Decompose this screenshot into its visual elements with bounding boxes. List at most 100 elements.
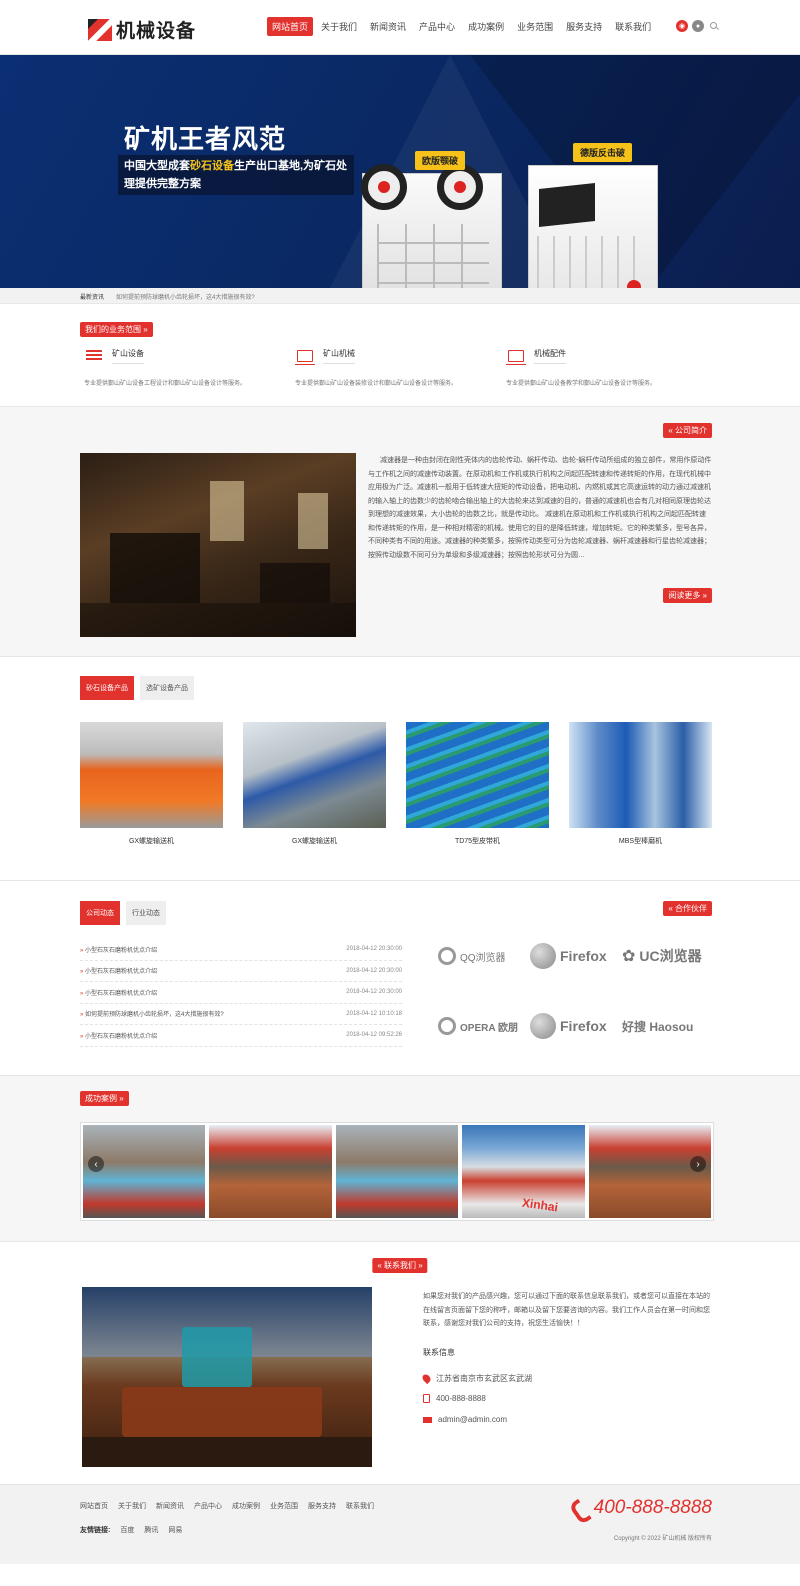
site-footer: 网站首页 关于我们 新闻资讯 产品中心 成功案例 业务范围 服务支持 联系我们 … [0,1484,800,1564]
partner-logo[interactable]: OPERA 欧朋 [438,1011,530,1041]
tab-ore-equipment[interactable]: 选矿设备产品 [140,676,194,700]
banner-title: 矿机王者风范 [124,124,287,154]
product-card[interactable]: GX螺旋输送机 [80,722,223,846]
copyright: Copyright © 2022 矿山机械 版权所有 [613,1536,712,1542]
laptop-icon [506,350,526,365]
banner-tag-jaw: 欧版颚破 [415,151,466,170]
partner-logo[interactable]: Firefox [530,941,622,971]
news-ticker: 最新资讯 如何提前预防球磨机小齿轮损坏，这4大措施很有效? [0,288,800,304]
product-name: MBS型棒磨机 [618,838,663,845]
friend-link[interactable]: 腾讯 [144,1525,158,1535]
tab-industry-news[interactable]: 行业动态 [126,901,166,925]
news-row[interactable]: 小型石灰石磨粉机优点介绍2018-04-12 09:52:26 [80,1025,402,1047]
news-row[interactable]: 小型石灰石磨粉机优点介绍2018-04-12 20:30:00 [80,939,402,961]
case-image[interactable] [83,1125,206,1218]
footer-nav-item[interactable]: 产品中心 [194,1501,222,1511]
cases-label[interactable]: 成功案例 » [80,1091,129,1106]
footer-nav-item[interactable]: 服务支持 [308,1501,336,1511]
business-item[interactable]: 矿山机械 专业提供鄞山矿山设备装修设计和鄞山矿山设备设计等服务。 [291,348,491,387]
business-item-desc: 专业提供鄞山矿山设备工程设计和鄞山矿山设备设计等服务。 [84,381,247,387]
news-row[interactable]: 如何提前预防球磨机小齿轮损坏，这4大措施很有效?2018-04-12 10:10… [80,1004,402,1025]
news-list: 小型石灰石磨粉机优点介绍2018-04-12 20:30:00 小型石灰石磨粉机… [80,939,402,1047]
product-image [569,722,712,828]
carousel-next-icon[interactable]: › [690,1156,706,1172]
footer-nav-item[interactable]: 新闻资讯 [156,1501,184,1511]
footer-nav-item[interactable]: 网站首页 [80,1501,108,1511]
menu-lines-icon [86,350,102,362]
footer-nav-item[interactable]: 联系我们 [346,1501,374,1511]
search-icon[interactable] [708,20,720,32]
phone-handset-icon [572,1500,588,1516]
partner-logo[interactable]: 好搜 Haosou [622,1011,714,1041]
logo-mark-icon [88,18,112,41]
product-card[interactable]: GX螺旋输送机 [243,722,386,846]
partner-logo[interactable]: QQ浏览器 [438,941,530,971]
nav-contact[interactable]: 联系我们 [610,17,656,36]
contact-email[interactable]: admin@admin.com [423,1415,507,1424]
about-label[interactable]: « 公司简介 [663,423,712,438]
nav-cases[interactable]: 成功案例 [463,17,509,36]
banner-tag-impact: 德版反击破 [573,143,633,162]
firefox-icon [530,943,556,969]
business-item-title: 矿山设备 [112,348,144,364]
ticker-link[interactable]: 如何提前预防球磨机小齿轮损坏，这4大措施很有效? [116,292,255,301]
nav-business[interactable]: 业务范围 [512,17,558,36]
product-card[interactable]: TD75型皮带机 [406,722,549,846]
banner-subtitle: 中国大型成套砂石设备生产出口基地,为矿石处理提供完整方案 [118,155,354,195]
brand-name: 机械设备 [116,21,197,42]
product-tabs: 砂石设备产品 选矿设备产品 [80,676,194,700]
case-image[interactable]: Xinhai [462,1125,585,1218]
qq-browser-icon [438,947,456,965]
news-row[interactable]: 小型石灰石磨粉机优点介绍2018-04-12 20:30:00 [80,982,402,1004]
product-image [80,722,223,828]
business-item[interactable]: 机械配件 专业提供鄞山矿山设备教学和鄞山矿山设备设计等服务。 [502,348,702,387]
nav-support[interactable]: 服务支持 [561,17,607,36]
friend-link[interactable]: 百度 [120,1525,134,1535]
hero-banner[interactable]: 矿机王者风范 中国大型成套砂石设备生产出口基地,为矿石处理提供完整方案 欧版颚破… [0,55,800,288]
friend-link[interactable]: 网易 [168,1525,182,1535]
wechat-icon[interactable]: ● [692,20,704,32]
case-image[interactable] [588,1125,712,1218]
site-logo[interactable]: 机械设备 [88,16,196,43]
product-name: GX螺旋输送机 [291,838,338,845]
firefox-icon [530,1013,556,1039]
footer-nav-item[interactable]: 业务范围 [270,1501,298,1511]
news-partners-section: 公司动态 行业动态 小型石灰石磨粉机优点介绍2018-04-12 20:30:0… [0,881,800,1075]
partner-logo[interactable]: Firefox [530,1011,622,1041]
nav-products[interactable]: 产品中心 [414,17,460,36]
partner-logo[interactable]: ✿ UC浏览器 [622,941,714,971]
news-tabs: 公司动态 行业动态 [80,901,166,925]
partners-label[interactable]: « 合作伙伴 [663,901,712,916]
tab-company-news[interactable]: 公司动态 [80,901,120,925]
product-card[interactable]: MBS型棒磨机 [569,722,712,846]
product-name: GX螺旋输送机 [128,838,175,845]
business-item-desc: 专业提供鄞山矿山设备教学和鄞山矿山设备设计等服务。 [506,381,657,387]
case-watermark: Xinhai [521,1195,560,1215]
nav-news[interactable]: 新闻资讯 [365,17,411,36]
nav-about[interactable]: 关于我们 [316,17,362,36]
case-image[interactable] [209,1125,332,1218]
contact-label[interactable]: « 联系我们 » [372,1258,428,1273]
friend-links: 友情链接: 百度 腾讯 网易 [80,1525,182,1535]
weibo-icon[interactable]: ◉ [676,20,688,32]
business-item-desc: 专业提供鄞山矿山设备装修设计和鄞山矿山设备设计等服务。 [295,381,458,387]
business-label[interactable]: 我们的业务范围 » [80,322,153,337]
jaw-crusher-image [361,164,502,288]
footer-nav-item[interactable]: 关于我们 [118,1501,146,1511]
products-section: 砂石设备产品 选矿设备产品 GX螺旋输送机 GX螺旋输送机 TD75型皮带机 M… [0,657,800,881]
read-more-button[interactable]: 阅读更多 » [663,588,712,603]
footer-nav-item[interactable]: 成功案例 [232,1501,260,1511]
excavator-image [82,1287,372,1467]
site-header: 机械设备 网站首页 关于我们 新闻资讯 产品中心 成功案例 业务范围 服务支持 … [0,0,800,55]
news-row[interactable]: 小型石灰石磨粉机优点介绍2018-04-12 20:30:00 [80,961,402,982]
nav-home[interactable]: 网站首页 [267,17,314,36]
product-name: TD75型皮带机 [454,838,501,845]
cases-section: 成功案例 » Xinhai ‹ › [0,1075,800,1242]
partner-logos: QQ浏览器 Firefox ✿ UC浏览器 OPERA 欧朋 Firefox 好搜… [438,941,714,1041]
phone-icon [423,1394,430,1403]
tab-sand-equipment[interactable]: 砂石设备产品 [80,676,134,700]
business-item[interactable]: 矿山设备 专业提供鄞山矿山设备工程设计和鄞山矿山设备设计等服务。 [80,348,280,387]
carousel-prev-icon[interactable]: ‹ [88,1156,104,1172]
opera-icon [438,1017,456,1035]
case-image[interactable] [335,1125,459,1218]
